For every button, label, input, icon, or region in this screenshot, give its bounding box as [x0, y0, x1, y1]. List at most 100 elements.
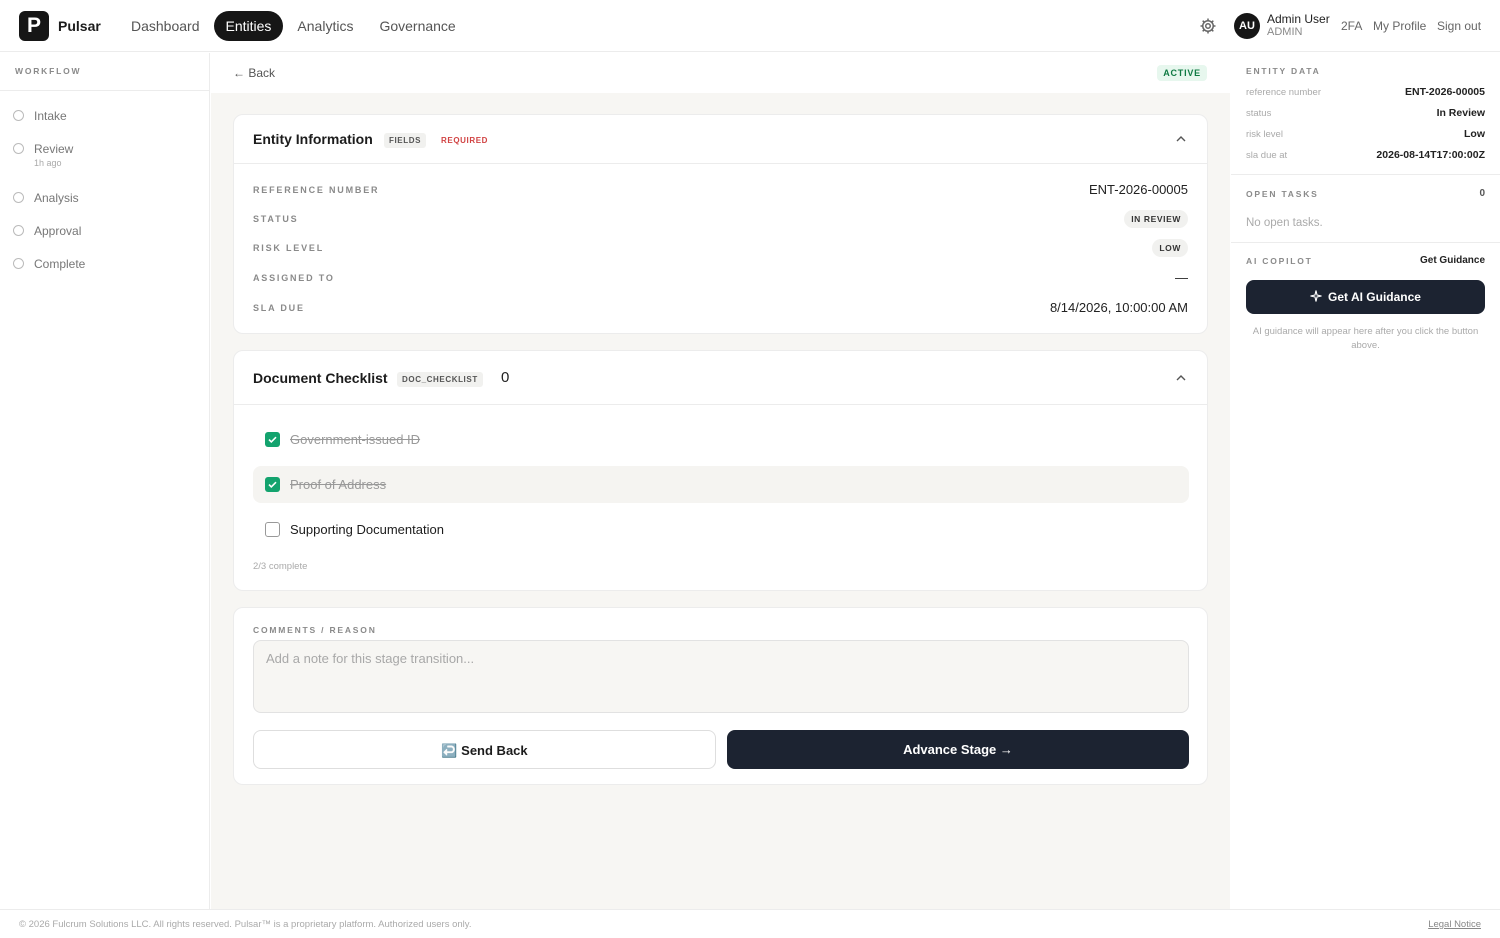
status-badge: ACTIVE — [1157, 65, 1207, 81]
checklist-item-label: Government-issued ID — [290, 432, 421, 447]
check-icon — [268, 481, 277, 489]
assigned-to-value: — — [1175, 270, 1188, 285]
entity-data-value: In Review — [1436, 107, 1485, 119]
step-circle-icon — [13, 110, 24, 121]
field-label: RISK LEVEL — [253, 243, 325, 253]
risk-level-pill: LOW — [1152, 239, 1188, 257]
card-header[interactable]: Document Checklist DOC_CHECKLIST 0 — [234, 351, 1207, 405]
card-title: Document Checklist — [253, 370, 388, 386]
comments-label: COMMENTS / REASON — [253, 625, 377, 635]
checklist-progress: 2/3 complete — [253, 561, 308, 572]
entity-data-key: status — [1246, 108, 1272, 119]
entity-data-title: ENTITY DATA — [1246, 66, 1321, 76]
nav-governance[interactable]: Governance — [367, 11, 467, 41]
field-label: SLA DUE — [253, 303, 305, 313]
open-tasks-empty: No open tasks. — [1246, 217, 1323, 229]
ai-note: AI guidance will appear here after you c… — [1252, 326, 1479, 351]
entity-data-value: ENT-2026-00005 — [1405, 86, 1485, 98]
document-checklist-card: Document Checklist DOC_CHECKLIST 0 Gover… — [233, 350, 1208, 591]
back-link[interactable]: ← Back — [233, 66, 275, 80]
step-label: Analysis — [34, 191, 79, 205]
reference-number-value: ENT-2026-00005 — [1088, 182, 1188, 197]
open-tasks-count: 0 — [1479, 188, 1485, 199]
checkbox-unchecked[interactable] — [265, 522, 280, 537]
app-logo[interactable]: P — [19, 11, 49, 41]
main-content: ← Back ACTIVE Entity Information FIELDS … — [211, 53, 1230, 909]
chevron-up-icon[interactable] — [1175, 372, 1187, 384]
sub-header: ← Back ACTIVE — [211, 53, 1230, 93]
checklist-count: 0 — [501, 369, 510, 386]
workflow-step-analysis[interactable]: Analysis — [13, 191, 79, 205]
two-factor-link[interactable]: 2FA — [1341, 19, 1362, 33]
sign-out-link[interactable]: Sign out — [1437, 19, 1481, 33]
open-tasks-title: OPEN TASKS — [1246, 189, 1319, 199]
sla-due-value: 8/14/2026, 10:00:00 AM — [1049, 300, 1188, 315]
field-label: STATUS — [253, 214, 299, 224]
main-nav: Dashboard Entities Analytics Governance — [119, 11, 468, 41]
checkbox-checked[interactable] — [265, 477, 280, 492]
my-profile-link[interactable]: My Profile — [1373, 19, 1426, 33]
get-guidance-link[interactable]: Get Guidance — [1420, 255, 1485, 266]
workflow-title: WORKFLOW — [15, 66, 82, 76]
copyright-text: © 2026 Fulcrum Solutions LLC. All rights… — [19, 919, 472, 930]
checklist-item[interactable]: Supporting Documentation — [253, 511, 1189, 548]
entity-data-key: risk level — [1246, 129, 1283, 140]
checklist-item[interactable]: Proof of Address — [253, 466, 1189, 503]
entity-data-key: reference number — [1246, 87, 1321, 98]
checkbox-checked[interactable] — [265, 432, 280, 447]
avatar[interactable]: AU — [1234, 13, 1260, 39]
app-name: Pulsar — [58, 18, 101, 34]
card-header[interactable]: Entity Information FIELDS REQUIRED — [234, 115, 1207, 164]
nav-dashboard[interactable]: Dashboard — [119, 11, 212, 41]
workflow-step-approval[interactable]: Approval — [13, 224, 81, 238]
sparkle-icon — [1310, 290, 1322, 302]
entity-data-sidebar: ENTITY DATA reference number ENT-2026-00… — [1231, 53, 1500, 909]
step-circle-icon — [13, 143, 24, 154]
workflow-step-complete[interactable]: Complete — [13, 257, 85, 271]
check-icon — [268, 436, 277, 444]
ai-copilot-title: AI COPILOT — [1246, 256, 1313, 266]
chevron-up-icon[interactable] — [1175, 133, 1187, 145]
step-circle-icon — [13, 258, 24, 269]
comments-card: COMMENTS / REASON Add a note for this st… — [233, 607, 1208, 785]
comments-textarea[interactable]: Add a note for this stage transition... — [253, 640, 1189, 713]
get-ai-guidance-button[interactable]: Get AI Guidance — [1246, 280, 1485, 314]
checklist-item[interactable]: Government-issued ID — [253, 421, 1189, 458]
entity-data-value: 2026-08-14T17:00:00Z — [1376, 149, 1485, 161]
doc-checklist-tag: DOC_CHECKLIST — [397, 372, 483, 387]
field-label: ASSIGNED TO — [253, 273, 335, 283]
step-timestamp: 1h ago — [34, 158, 62, 168]
send-back-button[interactable]: ↩️ Send Back — [253, 730, 716, 769]
divider — [0, 90, 209, 91]
checklist-item-label: Supporting Documentation — [290, 522, 444, 537]
divider — [1231, 242, 1500, 243]
checklist-item-label: Proof of Address — [290, 477, 387, 492]
user-role: ADMIN — [1267, 26, 1303, 38]
workflow-step-intake[interactable]: Intake — [13, 109, 67, 123]
step-circle-icon — [13, 192, 24, 203]
nav-entities[interactable]: Entities — [213, 11, 284, 41]
entity-information-card: Entity Information FIELDS REQUIRED REFER… — [233, 114, 1208, 334]
gear-icon[interactable] — [1199, 17, 1217, 35]
step-label: Review — [34, 142, 74, 156]
step-label: Approval — [34, 224, 82, 238]
step-label: Complete — [34, 257, 86, 271]
required-tag: REQUIRED — [441, 136, 489, 145]
advance-stage-button[interactable]: Advance Stage → — [727, 730, 1189, 769]
field-label: REFERENCE NUMBER — [253, 185, 380, 195]
user-name: Admin User — [1267, 12, 1330, 26]
step-circle-icon — [13, 225, 24, 236]
step-label: Intake — [34, 109, 67, 123]
divider — [1231, 174, 1500, 175]
entity-data-value: Low — [1464, 128, 1485, 140]
status-pill: IN REVIEW — [1124, 210, 1188, 228]
card-title: Entity Information — [253, 131, 373, 147]
ai-button-label: Get AI Guidance — [1328, 290, 1421, 304]
workflow-step-review[interactable]: Review 1h ago — [13, 142, 74, 168]
nav-analytics[interactable]: Analytics — [285, 11, 365, 41]
entity-data-key: sla due at — [1246, 150, 1288, 161]
footer: © 2026 Fulcrum Solutions LLC. All rights… — [0, 909, 1500, 938]
top-bar: P Pulsar Dashboard Entities Analytics Go… — [0, 0, 1500, 52]
legal-notice-link[interactable]: Legal Notice — [1428, 919, 1481, 930]
fields-tag: FIELDS — [384, 133, 427, 148]
